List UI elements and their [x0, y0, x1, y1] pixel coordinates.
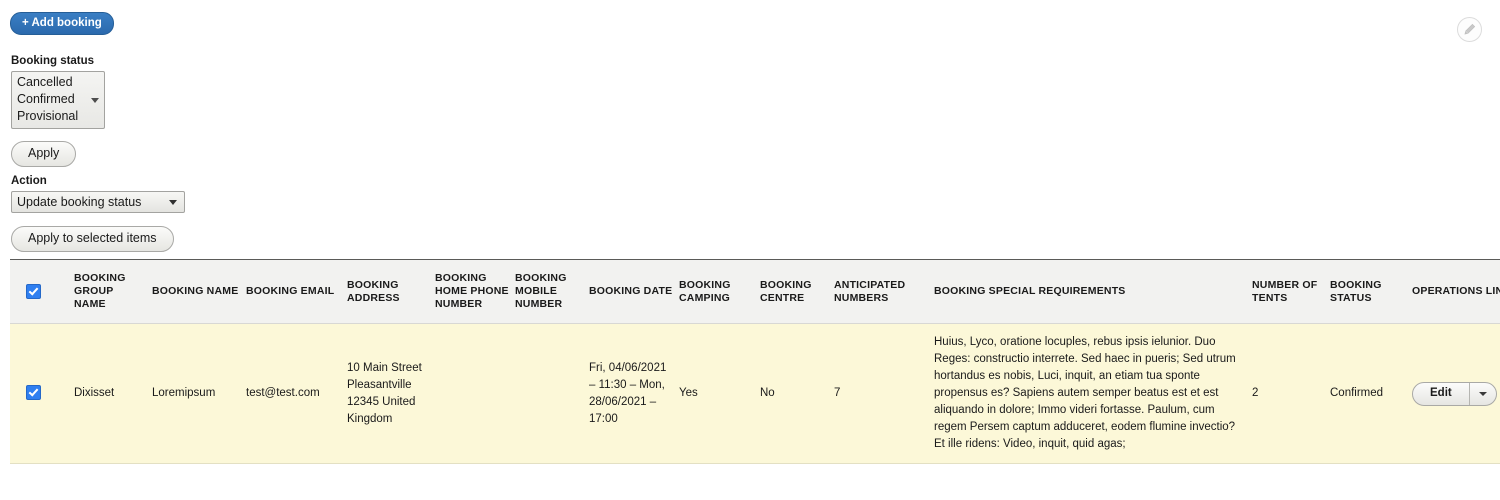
bookings-table: Booking group name Booking name Booking …: [10, 259, 1500, 464]
booking-status-filter: Booking status Cancelled Confirmed Provi…: [11, 54, 105, 167]
column-header-operations-links[interactable]: Operations links: [1412, 260, 1500, 324]
column-header-booking-home-phone[interactable]: Booking home phone number: [435, 260, 515, 324]
column-header-booking-email[interactable]: Booking email: [246, 260, 347, 324]
select-all-checkbox[interactable]: [26, 284, 41, 299]
chevron-down-icon: [91, 98, 99, 103]
action-select[interactable]: Update booking status: [11, 191, 185, 213]
edit-dropdown-toggle[interactable]: [1468, 382, 1496, 405]
apply-button-wrapper: Apply: [11, 141, 105, 167]
edit-page-button[interactable]: [1457, 17, 1482, 42]
action-label: Action: [11, 175, 47, 187]
chevron-down-icon: [169, 200, 177, 205]
pencil-icon: [1464, 23, 1476, 35]
select-all-header: [10, 260, 74, 324]
booking-status-listbox[interactable]: Cancelled Confirmed Provisional: [11, 71, 105, 129]
edit-split-button[interactable]: Edit: [1412, 381, 1497, 406]
cell-booking-camping: Yes: [679, 387, 698, 399]
cell-booking-status: Confirmed: [1330, 387, 1384, 399]
column-header-booking-address[interactable]: Booking address: [347, 260, 435, 324]
top-toolbar: + Add booking: [10, 12, 114, 35]
apply-button[interactable]: Apply: [11, 141, 77, 167]
cell-booking-name: Loremipsum: [152, 387, 216, 399]
edit-button[interactable]: Edit: [1413, 383, 1469, 405]
cell-booking-date: Fri, 04/06/2021 – 11:30 – Mon, 28/06/202…: [589, 361, 667, 425]
cell-booking-home-phone: [435, 324, 515, 464]
table-body: Dixisset Loremipsum test@test.com 10 Mai…: [10, 323, 1500, 464]
add-booking-button[interactable]: + Add booking: [10, 12, 114, 35]
cell-anticipated-numbers: 7: [834, 387, 841, 399]
chevron-down-icon: [1478, 391, 1487, 396]
column-header-booking-centre[interactable]: Booking centre: [760, 260, 834, 324]
row-select-cell: [10, 324, 74, 464]
action-select-value: Update booking status: [17, 195, 142, 209]
row-select-checkbox[interactable]: [26, 385, 41, 401]
column-header-special-requirements[interactable]: Booking special requirements: [934, 260, 1252, 324]
action-block: Action Update booking status Apply to se…: [11, 174, 185, 252]
cell-special-requirements: Huius, Lyco, oratione locuples, rebus ip…: [934, 336, 1236, 450]
table-header-row: Booking group name Booking name Booking …: [10, 259, 1500, 324]
column-header-number-of-tents[interactable]: Number of tents: [1252, 260, 1330, 324]
column-header-booking-mobile[interactable]: Booking mobile number: [515, 260, 589, 324]
booking-status-option-provisional[interactable]: Provisional: [12, 108, 104, 125]
column-header-booking-date[interactable]: Booking date: [589, 260, 679, 324]
apply-to-selected-items-button[interactable]: Apply to selected items: [11, 226, 174, 252]
cell-booking-address: 10 Main Street Pleasantville 12345 Unite…: [347, 361, 422, 425]
table-header: Booking group name Booking name Booking …: [10, 259, 1500, 324]
booking-status-label: Booking status: [11, 55, 95, 67]
cell-operations-links: Edit: [1412, 324, 1500, 464]
column-header-booking-camping[interactable]: Booking camping: [679, 260, 760, 324]
cell-booking-group-name: Dixisset: [74, 387, 115, 399]
cell-booking-centre: No: [760, 387, 775, 399]
column-header-anticipated-numbers[interactable]: Anticipated numbers: [834, 260, 934, 324]
apply-to-selected-wrapper: Apply to selected items: [11, 226, 185, 252]
cell-booking-email: test@test.com: [246, 387, 320, 399]
column-header-booking-name[interactable]: Booking name: [152, 260, 246, 324]
cell-number-of-tents: 2: [1252, 387, 1259, 399]
column-header-booking-status[interactable]: Booking status: [1330, 260, 1412, 324]
table-row: Dixisset Loremipsum test@test.com 10 Mai…: [10, 323, 1500, 464]
cell-booking-mobile: [515, 324, 589, 464]
booking-status-option-cancelled[interactable]: Cancelled: [12, 74, 104, 91]
column-header-booking-group-name[interactable]: Booking group name: [74, 260, 152, 324]
